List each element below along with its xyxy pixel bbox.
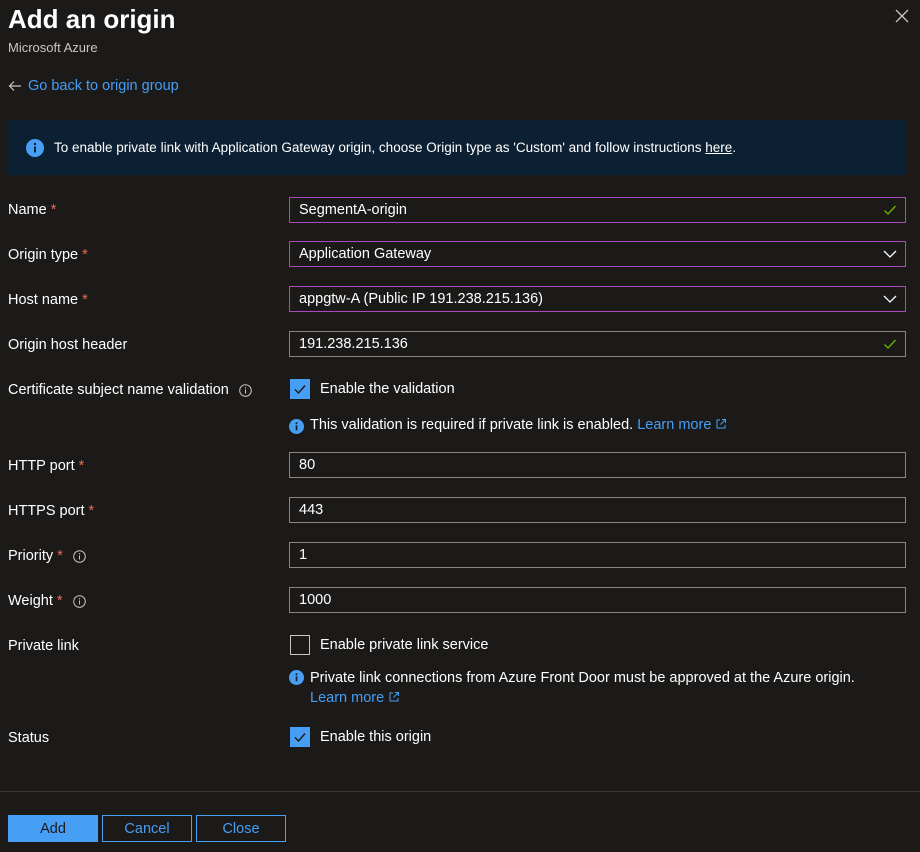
private-link-note: Private link connections from Azure Fron…	[289, 668, 889, 708]
status-checkbox-row[interactable]: Enable this origin	[290, 727, 431, 747]
cert-validation-checkbox-row[interactable]: Enable the validation	[290, 379, 455, 399]
private-link-label: Private link	[8, 638, 79, 654]
arrow-left-icon	[8, 81, 21, 91]
back-to-origin-group-link[interactable]: Go back to origin group	[8, 78, 179, 94]
info-tooltip-icon[interactable]	[72, 594, 86, 608]
close-icon[interactable]	[892, 6, 912, 26]
info-tooltip-icon[interactable]	[72, 549, 86, 563]
back-link-label: Go back to origin group	[28, 78, 179, 94]
info-tooltip-icon[interactable]	[239, 383, 252, 397]
host-name-label: Host name *	[8, 292, 88, 308]
private-link-checkbox-row[interactable]: Enable private link service	[290, 635, 488, 655]
info-icon	[289, 670, 304, 685]
status-checkbox[interactable]	[290, 727, 310, 747]
close-button[interactable]: Close	[196, 815, 286, 842]
name-label: Name *	[8, 202, 57, 218]
checkmark-icon	[294, 733, 306, 743]
status-checkbox-label: Enable this origin	[320, 729, 432, 745]
page-subtitle: Microsoft Azure	[8, 40, 98, 55]
private-link-checkbox-label: Enable private link service	[320, 637, 489, 653]
external-link-icon	[389, 692, 400, 702]
cert-validation-checkbox-label: Enable the validation	[320, 381, 455, 397]
https-port-input[interactable]: 443	[289, 497, 906, 523]
learn-more-link[interactable]: Learn more	[310, 690, 400, 706]
priority-input[interactable]: 1	[289, 542, 906, 568]
chevron-down-icon	[883, 250, 897, 258]
valid-check-icon	[884, 339, 896, 349]
page-title: Add an origin	[8, 4, 176, 34]
weight-input[interactable]: 1000	[289, 587, 906, 613]
private-link-checkbox[interactable]	[290, 635, 310, 655]
cert-validation-label: Certificate subject name validation	[8, 382, 252, 398]
http-port-label: HTTP port *	[8, 458, 85, 474]
origin-type-label: Origin type *	[8, 247, 88, 263]
chevron-down-icon	[883, 295, 897, 303]
add-button[interactable]: Add	[8, 815, 98, 842]
origin-host-header-label: Origin host header	[8, 337, 128, 353]
learn-more-link[interactable]: Learn more	[637, 417, 727, 433]
cancel-button[interactable]: Cancel	[102, 815, 192, 842]
checkmark-icon	[294, 385, 306, 395]
cert-validation-note: This validation is required if private l…	[289, 417, 727, 434]
http-port-input[interactable]: 80	[289, 452, 906, 478]
priority-label: Priority *	[8, 548, 86, 564]
banner-here-link[interactable]: here	[705, 140, 732, 155]
info-banner: To enable private link with Application …	[8, 120, 905, 175]
status-label: Status	[8, 730, 50, 746]
info-icon	[26, 138, 44, 157]
name-input[interactable]: SegmentA-origin	[289, 197, 906, 223]
banner-text: To enable private link with Application …	[54, 140, 737, 155]
weight-label: Weight *	[8, 593, 86, 609]
cert-validation-checkbox[interactable]	[290, 379, 310, 399]
host-name-dropdown[interactable]: appgtw-A (Public IP 191.238.215.136)	[289, 286, 906, 312]
valid-check-icon	[884, 205, 896, 215]
origin-host-header-input[interactable]: 191.238.215.136	[289, 331, 906, 357]
https-port-label: HTTPS port *	[8, 503, 95, 519]
info-icon	[289, 419, 304, 434]
origin-type-dropdown[interactable]: Application Gateway	[289, 241, 906, 267]
footer-divider	[0, 791, 920, 792]
external-link-icon	[716, 419, 727, 429]
